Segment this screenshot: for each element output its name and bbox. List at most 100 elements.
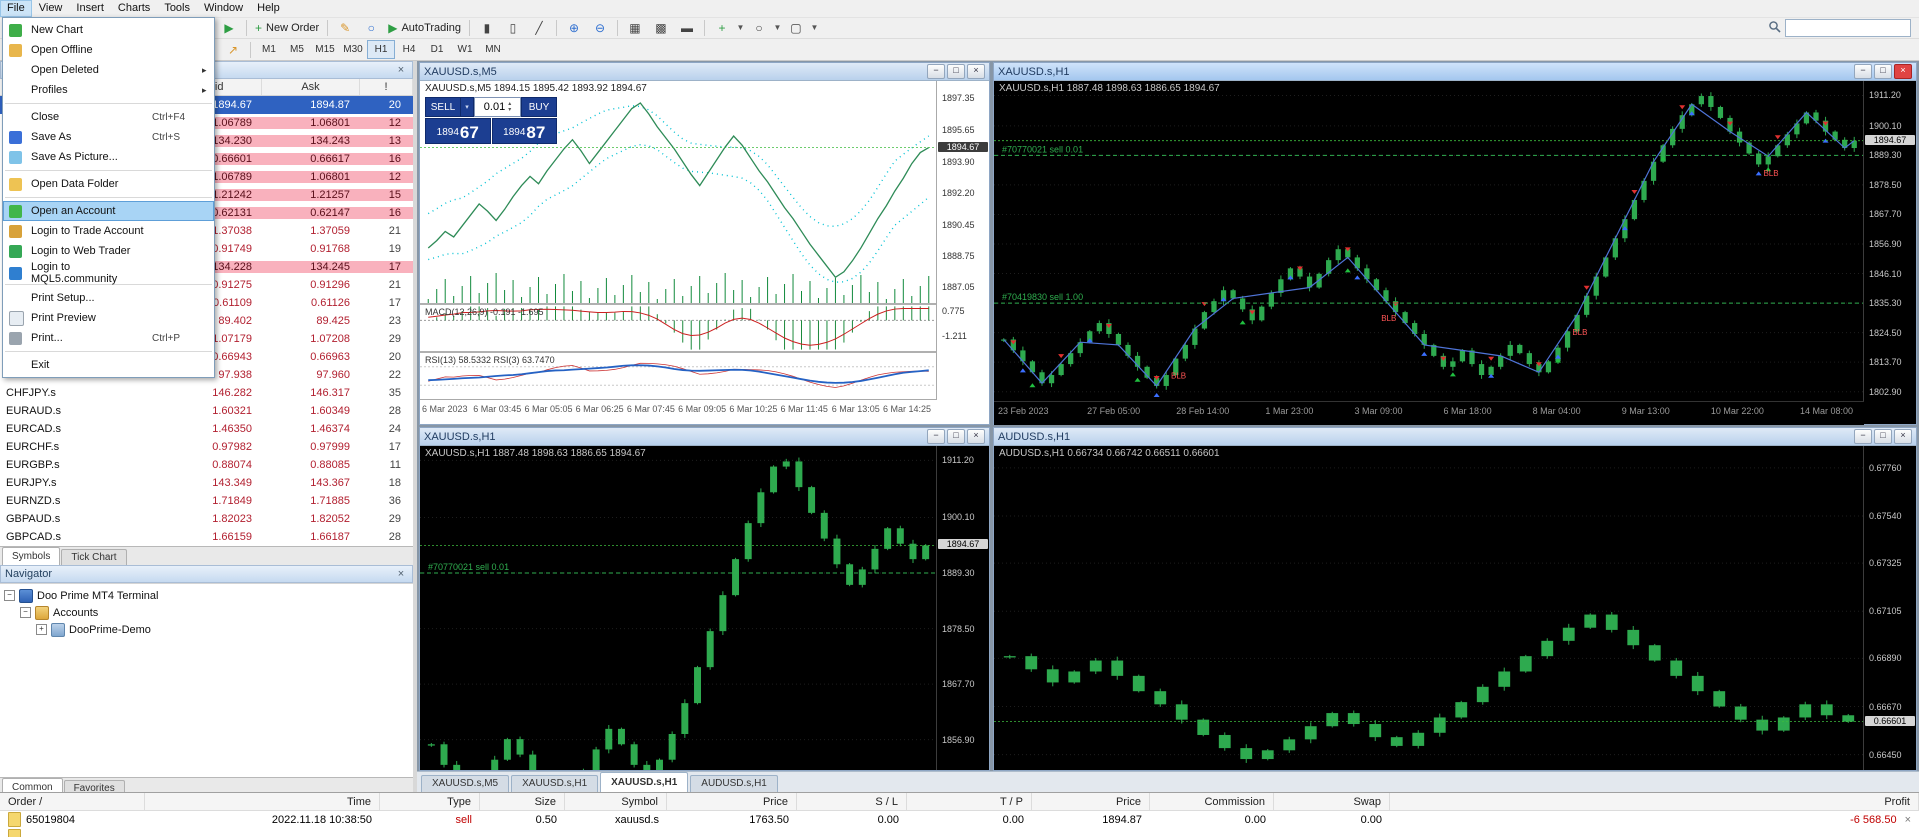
- menu-help[interactable]: Help: [250, 0, 287, 17]
- autotrading-button[interactable]: ▶AutoTrading: [385, 18, 464, 38]
- file-menu-item-login-to-mql5-community[interactable]: Login to MQL5.community: [3, 261, 214, 281]
- market-watch-row[interactable]: EURCHF.s0.979820.9799917: [0, 438, 413, 456]
- price-chart-area[interactable]: #70770021 sell 0.01: [420, 446, 937, 770]
- tab-tick-chart[interactable]: Tick Chart: [61, 549, 126, 565]
- timeframe-h1[interactable]: H1: [367, 40, 395, 59]
- timeframe-w1[interactable]: W1: [451, 40, 479, 59]
- window-minimize-icon[interactable]: −: [1854, 429, 1872, 444]
- file-menu-item-profiles[interactable]: Profiles▸: [3, 80, 214, 100]
- window-restore-icon[interactable]: □: [947, 429, 965, 444]
- chart-window-titlebar[interactable]: XAUUSD.s,H1 − □ ×: [994, 63, 1916, 81]
- file-menu-item-print-setup[interactable]: Print Setup...: [3, 288, 214, 308]
- sell-button[interactable]: SELL: [425, 97, 461, 117]
- terminal-column-symbol[interactable]: Symbol: [565, 793, 667, 810]
- metaeditor-icon[interactable]: ✎: [333, 18, 357, 38]
- buy-button[interactable]: BUY: [521, 97, 557, 117]
- candlestick-chart-icon[interactable]: ▮: [475, 18, 499, 38]
- market-watch-row[interactable]: EURAUD.s1.603211.6034928: [0, 402, 413, 420]
- menu-insert[interactable]: Insert: [69, 0, 111, 17]
- new-order-button[interactable]: +New Order: [252, 18, 322, 38]
- window-close-icon[interactable]: ×: [1894, 429, 1912, 444]
- templates-icon[interactable]: ▢: [784, 18, 808, 38]
- timeframe-d1[interactable]: D1: [423, 40, 451, 59]
- file-menu-item-login-to-web-trader[interactable]: Login to Web Trader: [3, 241, 214, 261]
- terminal-order-row[interactable]: [0, 828, 1919, 837]
- chart-tab-audusd-s-h1-3[interactable]: AUDUSD.s,H1: [690, 775, 778, 792]
- window-close-icon[interactable]: ×: [967, 429, 985, 444]
- timeframe-m5[interactable]: M5: [283, 40, 311, 59]
- navigator-titlebar[interactable]: Navigator ×: [0, 565, 413, 583]
- file-menu-item-save-as[interactable]: Save AsCtrl+S: [3, 127, 214, 147]
- collapse-icon[interactable]: −: [4, 590, 15, 601]
- file-menu-item-print-preview[interactable]: Print Preview: [3, 308, 214, 328]
- periods-icon[interactable]: ○: [747, 18, 771, 38]
- window-restore-icon[interactable]: □: [1874, 429, 1892, 444]
- tree-item-dooprime-demo[interactable]: +DooPrime-Demo: [0, 621, 413, 638]
- menu-view[interactable]: View: [32, 0, 70, 17]
- file-menu-item-print[interactable]: Print...Ctrl+P: [3, 328, 214, 348]
- window-close-icon[interactable]: ×: [967, 64, 985, 79]
- price-chart-area[interactable]: [994, 446, 1864, 770]
- periods-dropdown-icon[interactable]: ▼: [773, 23, 782, 32]
- terminal-column-swap[interactable]: Swap: [1274, 793, 1390, 810]
- file-menu-item-new-chart[interactable]: New Chart: [3, 20, 214, 40]
- tile-windows-icon[interactable]: ▦: [623, 18, 647, 38]
- tile-horizontal-icon[interactable]: ▬: [675, 18, 699, 38]
- chart-tab-xauusd-s-m5-0[interactable]: XAUUSD.s,M5: [421, 775, 509, 792]
- file-menu-item-exit[interactable]: Exit: [3, 355, 214, 375]
- terminal-column-price[interactable]: Price: [1032, 793, 1150, 810]
- chart-window-titlebar[interactable]: AUDUSD.s,H1 − □ ×: [994, 428, 1916, 446]
- file-menu-item-open-data-folder[interactable]: Open Data Folder: [3, 174, 214, 194]
- column-header-ask[interactable]: Ask: [262, 79, 360, 95]
- market-watch-row[interactable]: EURGBP.s0.880740.8808511: [0, 456, 413, 474]
- terminal-column-price[interactable]: Price: [667, 793, 797, 810]
- timeframe-m15[interactable]: M15: [311, 40, 339, 59]
- column-header-[interactable]: !: [360, 79, 413, 95]
- menu-file[interactable]: File: [0, 0, 32, 17]
- market-watch-row[interactable]: GBPAUD.s1.820231.8205229: [0, 510, 413, 528]
- price-scale[interactable]: 1911.201900.101889.301878.501867.701856.…: [936, 446, 989, 770]
- market-watch-row[interactable]: GBPCAD.s1.661591.6618728: [0, 528, 413, 546]
- buy-price-display[interactable]: 1894 87: [492, 118, 558, 144]
- market-watch-row[interactable]: EURCAD.s1.463501.4637424: [0, 420, 413, 438]
- menu-window[interactable]: Window: [197, 0, 250, 17]
- window-minimize-icon[interactable]: −: [927, 64, 945, 79]
- window-minimize-icon[interactable]: −: [1854, 64, 1872, 79]
- file-menu-item-close[interactable]: CloseCtrl+F4: [3, 107, 214, 127]
- market-watch-row[interactable]: CHFJPY.s146.282146.31735: [0, 384, 413, 402]
- market-watch-row[interactable]: EURJPY.s143.349143.36718: [0, 474, 413, 492]
- mql5-community-icon[interactable]: ○: [359, 18, 383, 38]
- terminal-column-time[interactable]: Time: [145, 793, 380, 810]
- price-chart-area[interactable]: BLBBLBBLBBLB#70770021 sell 0.01#70419830…: [994, 81, 1864, 401]
- bar-chart-icon[interactable]: ▯: [501, 18, 525, 38]
- volume-spinner[interactable]: ▴▾: [508, 101, 511, 113]
- strategy-tester-icon[interactable]: ▶: [217, 18, 241, 38]
- volume-input[interactable]: 0.01 ▴▾: [474, 97, 521, 117]
- zoom-in-icon[interactable]: ⊕: [562, 18, 586, 38]
- window-minimize-icon[interactable]: −: [927, 429, 945, 444]
- indicators-dropdown-icon[interactable]: ▼: [736, 23, 745, 32]
- chart-window-titlebar[interactable]: XAUUSD.s,M5 − □ ×: [420, 63, 989, 81]
- tab-symbols[interactable]: Symbols: [2, 547, 60, 565]
- navigator-close-icon[interactable]: ×: [394, 568, 408, 580]
- market-watch-row[interactable]: EURNZD.s1.718491.7188536: [0, 492, 413, 510]
- terminal-column-s-l[interactable]: S / L: [797, 793, 907, 810]
- close-position-icon[interactable]: ×: [1905, 814, 1911, 826]
- price-scale[interactable]: 0.677600.675400.673250.671050.668900.666…: [1863, 446, 1916, 770]
- chart-tab-xauusd-s-h1-2[interactable]: XAUUSD.s,H1: [600, 772, 688, 792]
- file-menu-item-login-to-trade-account[interactable]: Login to Trade Account: [3, 221, 214, 241]
- order-type-dropdown-icon[interactable]: ▾: [461, 97, 474, 117]
- terminal-column-order[interactable]: Order /: [0, 793, 145, 810]
- timeframe-m30[interactable]: M30: [339, 40, 367, 59]
- chart-window-titlebar[interactable]: XAUUSD.s,H1 − □ ×: [420, 428, 989, 446]
- search-input[interactable]: [1785, 19, 1911, 37]
- price-scale[interactable]: 1911.201900.101889.301878.501867.701856.…: [1863, 81, 1916, 401]
- file-menu-item-open-deleted[interactable]: Open Deleted▸: [3, 60, 214, 80]
- timeframe-m1[interactable]: M1: [255, 40, 283, 59]
- terminal-column-profit[interactable]: Profit: [1390, 793, 1919, 810]
- collapse-icon[interactable]: −: [20, 607, 31, 618]
- time-scale[interactable]: 6 Mar 20236 Mar 03:456 Mar 05:056 Mar 06…: [420, 399, 937, 423]
- file-menu-item-open-offline[interactable]: Open Offline: [3, 40, 214, 60]
- price-scale[interactable]: 1897.351895.651893.901892.201890.451888.…: [936, 81, 989, 399]
- arrows-icon[interactable]: ↗: [221, 40, 245, 60]
